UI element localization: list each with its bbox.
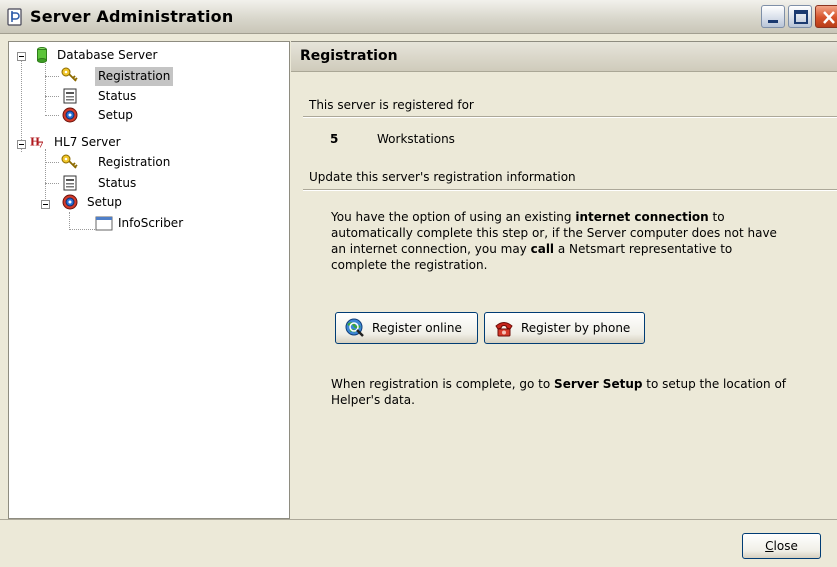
window-title: Server Administration bbox=[30, 7, 234, 26]
registered-for-label: This server is registered for bbox=[309, 98, 474, 112]
maximize-button[interactable] bbox=[788, 5, 812, 28]
divider bbox=[303, 116, 837, 118]
tree-connector bbox=[45, 183, 59, 184]
tree-connector bbox=[45, 162, 59, 163]
collapse-toggle[interactable] bbox=[17, 52, 26, 61]
close-window-button[interactable] bbox=[815, 5, 837, 28]
tree-item-status[interactable]: Status bbox=[95, 87, 139, 106]
tree-connector bbox=[21, 56, 22, 152]
hl7-icon: H 7 bbox=[30, 136, 44, 150]
key-icon bbox=[61, 67, 78, 82]
key-icon bbox=[61, 154, 78, 169]
database-icon bbox=[37, 47, 47, 63]
tree-item-hl7-setup[interactable]: Setup bbox=[84, 193, 125, 212]
maximize-icon bbox=[794, 10, 808, 24]
collapse-toggle[interactable] bbox=[41, 200, 50, 209]
svg-text:7: 7 bbox=[38, 139, 44, 149]
tree-item-infoscriber[interactable]: InfoScriber bbox=[115, 214, 186, 233]
registration-panel: Registration This server is registered f… bbox=[291, 41, 837, 519]
tree-connector bbox=[45, 56, 46, 112]
tree-connector bbox=[45, 115, 59, 116]
register-by-phone-button[interactable]: Register by phone bbox=[484, 312, 645, 344]
title-bar: Server Administration bbox=[0, 0, 837, 34]
status-icon bbox=[63, 88, 77, 104]
tree-connector bbox=[45, 76, 59, 77]
workstation-unit: Workstations bbox=[377, 132, 455, 146]
navigation-tree: Database Server Registration Status Setu… bbox=[8, 41, 290, 519]
divider bbox=[303, 189, 837, 191]
setup-icon bbox=[62, 194, 78, 210]
registration-info-text: You have the option of using an existing… bbox=[331, 210, 777, 272]
globe-search-icon bbox=[345, 318, 364, 337]
status-icon bbox=[63, 175, 77, 191]
setup-info-text: When registration is complete, go to Ser… bbox=[331, 377, 787, 407]
close-icon bbox=[823, 11, 835, 24]
update-registration-label: Update this server's registration inform… bbox=[309, 170, 576, 184]
app-icon bbox=[7, 8, 22, 26]
tree-connector bbox=[69, 229, 95, 230]
panel-header: Registration bbox=[291, 42, 837, 72]
tree-item-setup[interactable]: Setup bbox=[95, 106, 136, 125]
tree-connector bbox=[45, 149, 46, 203]
window-icon bbox=[95, 216, 113, 231]
tree-item-database-server[interactable]: Database Server bbox=[54, 46, 160, 65]
tree-item-registration[interactable]: Registration bbox=[95, 67, 174, 86]
collapse-toggle[interactable] bbox=[17, 140, 26, 149]
tree-connector bbox=[45, 96, 59, 97]
tree-connector bbox=[69, 212, 70, 230]
minimize-button[interactable] bbox=[761, 5, 785, 28]
workstation-count: 5 bbox=[330, 132, 339, 146]
minimize-icon bbox=[768, 20, 778, 23]
close-button[interactable]: Close bbox=[742, 533, 821, 559]
register-online-label: Register online bbox=[372, 321, 462, 335]
footer-bar bbox=[0, 519, 837, 567]
tree-item-hl7-status[interactable]: Status bbox=[95, 174, 139, 193]
tree-item-hl7-server[interactable]: HL7 Server bbox=[51, 133, 124, 152]
setup-icon bbox=[62, 107, 78, 123]
telephone-icon bbox=[495, 322, 513, 337]
tree-item-hl7-registration[interactable]: Registration bbox=[95, 153, 173, 172]
panel-title: Registration bbox=[300, 48, 398, 64]
register-online-button[interactable]: Register online bbox=[335, 312, 478, 344]
register-by-phone-label: Register by phone bbox=[521, 321, 631, 335]
